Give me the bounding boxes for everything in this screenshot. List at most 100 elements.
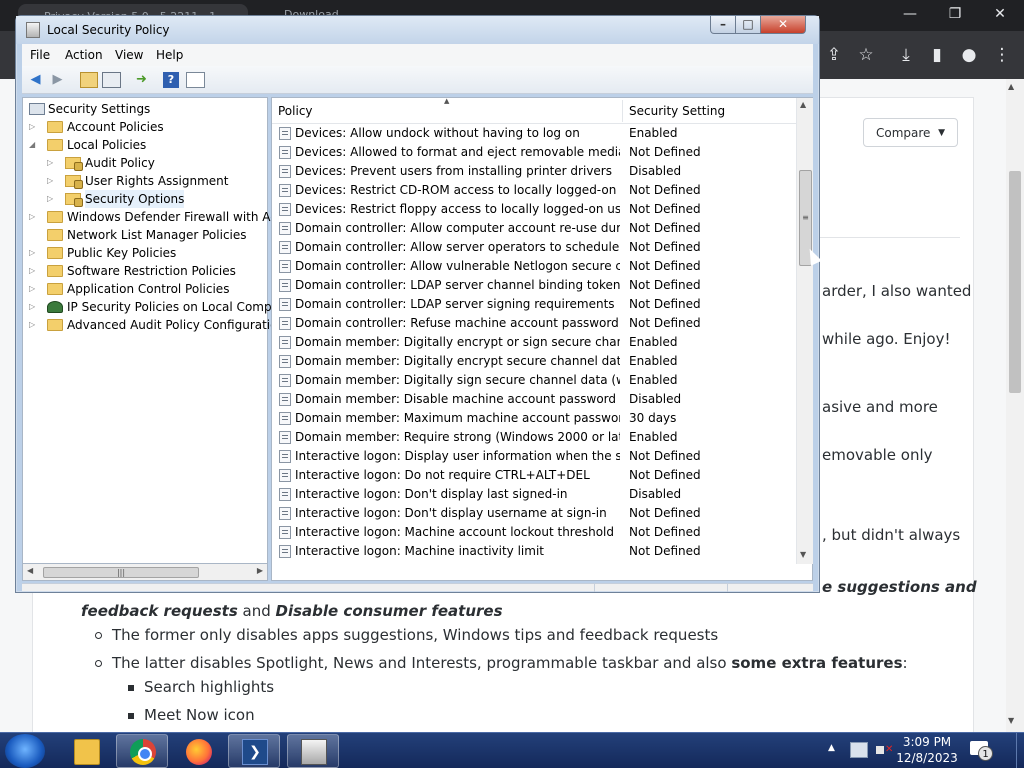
action-center-icon[interactable]: 1 xyxy=(970,741,993,761)
profile-icon[interactable]: ● xyxy=(958,45,980,65)
tree-node[interactable]: ▷ IP Security Policies on Local Compute xyxy=(23,298,291,316)
table-row[interactable]: Domain member: Require strong (Windows 2… xyxy=(272,428,796,447)
column-header-policy[interactable]: Policy xyxy=(278,104,313,118)
help-icon[interactable]: ? xyxy=(163,72,179,88)
tree-node[interactable]: ▷ Account Policies xyxy=(23,118,267,136)
compare-button[interactable]: Compare ▼ xyxy=(863,118,958,147)
volume-muted-icon[interactable] xyxy=(876,742,894,758)
share-icon[interactable]: ⇪ xyxy=(823,45,845,65)
bookmark-star-icon[interactable]: ☆ xyxy=(855,45,877,65)
menu-view[interactable]: View xyxy=(115,48,143,62)
start-button[interactable] xyxy=(5,734,45,768)
policy-name: Devices: Allowed to format and eject rem… xyxy=(295,145,620,159)
table-row[interactable]: Domain controller: Refuse machine accoun… xyxy=(272,314,796,333)
download-icon[interactable]: ⤓ xyxy=(895,45,917,65)
table-row[interactable]: Domain member: Digitally encrypt or sign… xyxy=(272,333,796,352)
show-hide-tree-icon[interactable] xyxy=(102,72,121,88)
table-row[interactable]: Devices: Restrict floppy access to local… xyxy=(272,200,796,219)
menu-file[interactable]: File xyxy=(30,48,50,62)
tree-node[interactable]: ▷ Windows Defender Firewall with Adva xyxy=(23,208,292,226)
taskbar-chrome[interactable] xyxy=(116,734,168,768)
page-scrollbar-thumb[interactable] xyxy=(1009,171,1021,393)
menu-kebab-icon[interactable]: ⋮ xyxy=(991,45,1013,65)
show-hidden-icons-icon[interactable]: ▲ xyxy=(828,743,835,753)
expand-arrow-icon[interactable]: ▷ xyxy=(29,316,39,334)
compare-label: Compare xyxy=(876,126,931,140)
tree-node[interactable]: ▷ Advanced Audit Policy Configuration xyxy=(23,316,285,334)
taskbar-firefox[interactable] xyxy=(172,734,224,768)
table-row[interactable]: Devices: Allow undock without having to … xyxy=(272,124,796,143)
security-settings-icon xyxy=(29,103,45,115)
menu-help[interactable]: Help xyxy=(156,48,183,62)
tree-node[interactable]: Network List Manager Policies xyxy=(23,226,267,244)
taskbar-file-explorer[interactable] xyxy=(60,734,112,768)
forward-arrow-icon[interactable]: ▶ xyxy=(48,71,67,89)
tree-node[interactable]: ◢ Local Policies xyxy=(23,136,267,154)
clock[interactable]: 3:09 PM 12/8/2023 xyxy=(895,734,959,766)
tree-node[interactable]: ▷ User Rights Assignment xyxy=(23,172,267,190)
table-row[interactable]: Domain member: Digitally encrypt secure … xyxy=(272,352,796,371)
table-row[interactable]: Domain controller: Allow server operator… xyxy=(272,238,796,257)
scroll-up-icon[interactable]: ▲ xyxy=(800,100,806,109)
expand-arrow-icon[interactable]: ▷ xyxy=(29,298,39,316)
table-row[interactable]: Devices: Allowed to format and eject rem… xyxy=(272,143,796,162)
back-arrow-icon[interactable]: ◀ xyxy=(26,71,45,89)
close-button[interactable]: ✕ xyxy=(760,16,806,34)
tree-node[interactable]: ▷ Application Control Policies xyxy=(23,280,267,298)
table-row[interactable]: Domain member: Maximum machine account p… xyxy=(272,409,796,428)
browser-close-icon[interactable]: ✕ xyxy=(990,6,1010,22)
tree-node[interactable]: ▷ Software Restriction Policies xyxy=(23,262,267,280)
expand-arrow-icon[interactable]: ▷ xyxy=(47,190,57,208)
menu-action[interactable]: Action xyxy=(65,48,103,62)
tree-node[interactable]: ▷ Audit Policy xyxy=(23,154,267,172)
table-row[interactable]: Domain controller: Allow vulnerable Netl… xyxy=(272,257,796,276)
table-row[interactable]: Devices: Restrict CD-ROM access to local… xyxy=(272,181,796,200)
expand-arrow-icon[interactable]: ▷ xyxy=(29,262,39,280)
scroll-up-icon[interactable]: ▲ xyxy=(1008,82,1014,91)
show-desktop-button[interactable] xyxy=(1016,733,1024,768)
up-folder-icon[interactable] xyxy=(80,72,98,88)
column-header-security-setting[interactable]: Security Setting xyxy=(629,104,725,118)
export-list-icon[interactable]: ➜ xyxy=(132,71,151,89)
side-panel-icon[interactable]: ▮ xyxy=(926,45,948,65)
tree-node[interactable]: ▷ Public Key Policies xyxy=(23,244,267,262)
minimize-button[interactable]: – xyxy=(710,16,736,34)
scroll-left-icon[interactable]: ◀ xyxy=(27,566,33,575)
table-row[interactable]: Domain controller: Allow computer accoun… xyxy=(272,219,796,238)
expand-arrow-icon[interactable]: ▷ xyxy=(47,172,57,190)
taskbar-local-security-policy[interactable] xyxy=(287,734,339,768)
tree-horizontal-scrollbar[interactable]: ◀ ||| ▶ xyxy=(22,564,268,581)
expand-arrow-icon[interactable]: ▷ xyxy=(29,208,39,226)
table-row[interactable]: Domain member: Disable machine account p… xyxy=(272,390,796,409)
table-row[interactable]: Domain controller: LDAP server channel b… xyxy=(272,276,796,295)
title-bar[interactable]: Local Security Policy – □ ✕ xyxy=(16,16,819,44)
taskbar-powershell[interactable]: ❯ xyxy=(228,734,280,768)
maximize-button[interactable]: □ xyxy=(735,16,761,34)
properties-icon[interactable] xyxy=(186,72,205,88)
scroll-down-icon[interactable]: ▼ xyxy=(1008,716,1014,725)
table-row[interactable]: Devices: Prevent users from installing p… xyxy=(272,162,796,181)
expand-arrow-icon[interactable]: ▷ xyxy=(29,280,39,298)
network-icon[interactable] xyxy=(850,742,868,758)
collapse-arrow-icon[interactable]: ◢ xyxy=(29,136,39,154)
list-vertical-scrollbar[interactable]: ▲ ≡ ▼ xyxy=(796,98,813,564)
browser-minimize-icon[interactable]: — xyxy=(900,6,920,22)
table-row[interactable]: Interactive logon: Display user informat… xyxy=(272,447,796,466)
expand-arrow-icon[interactable]: ▷ xyxy=(47,154,57,172)
table-row[interactable]: Interactive logon: Machine account locko… xyxy=(272,523,796,542)
table-row[interactable]: Interactive logon: Do not require CTRL+A… xyxy=(272,466,796,485)
expand-arrow-icon[interactable]: ▷ xyxy=(29,118,39,136)
tree-scrollbar-thumb[interactable]: ||| xyxy=(43,567,199,578)
tree-node[interactable]: Security Settings xyxy=(23,100,267,118)
table-row[interactable]: Interactive logon: Don't display last si… xyxy=(272,485,796,504)
table-row[interactable]: Interactive logon: Machine inactivity li… xyxy=(272,542,796,561)
table-row[interactable]: Interactive logon: Don't display usernam… xyxy=(272,504,796,523)
table-row[interactable]: Domain controller: LDAP server signing r… xyxy=(272,295,796,314)
column-separator[interactable] xyxy=(622,100,623,122)
expand-arrow-icon[interactable]: ▷ xyxy=(29,244,39,262)
table-row[interactable]: Domain member: Digitally sign secure cha… xyxy=(272,371,796,390)
tree-node[interactable]: ▷ Security Options xyxy=(23,190,267,208)
browser-restore-icon[interactable]: ❐ xyxy=(945,6,965,22)
scroll-right-icon[interactable]: ▶ xyxy=(257,566,263,575)
scroll-down-icon[interactable]: ▼ xyxy=(800,550,806,559)
